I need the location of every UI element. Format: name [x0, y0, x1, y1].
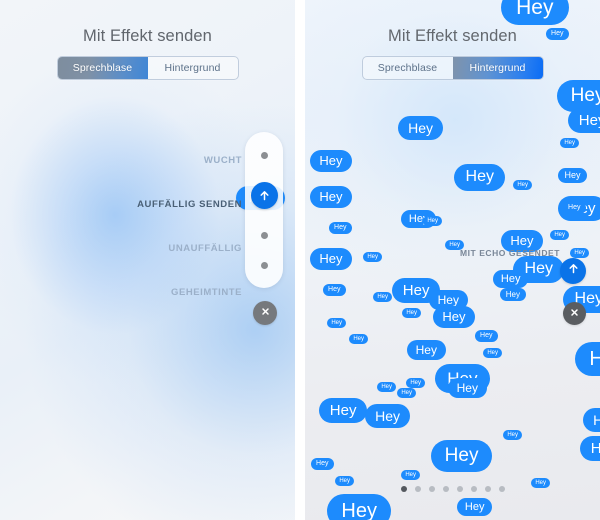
page-title: Mit Effekt senden — [83, 27, 212, 45]
segmented-control[interactable]: Sprechblase Hintergrund — [361, 56, 544, 80]
page-dot[interactable] — [470, 486, 477, 492]
effect-selector-pill[interactable] — [245, 132, 283, 288]
page-dot[interactable] — [428, 486, 435, 492]
tab-sprechblase[interactable]: Sprechblase — [57, 57, 148, 79]
page-dot[interactable] — [456, 486, 463, 492]
close-x-icon — [260, 304, 271, 322]
panel-divider — [295, 0, 305, 520]
effect-list: WUCHT AUFFÄLLIG SENDEN UNAUFFÄLLIG GEHEI… — [0, 138, 252, 314]
send-button[interactable] — [250, 181, 278, 209]
left-panel-header: Mit Effekt senden Sprechblase Hintergrun… — [0, 26, 295, 80]
close-button[interactable] — [563, 302, 586, 325]
screenshot-root: Mit Effekt senden Sprechblase Hintergrun… — [0, 0, 600, 520]
effect-label: GEHEIMTINTE — [171, 286, 242, 298]
effect-row-auffaellig-senden[interactable]: AUFFÄLLIG SENDEN — [0, 182, 252, 226]
effect-label: AUFFÄLLIG SENDEN — [137, 198, 242, 210]
right-panel-background-effects: HeyHeyHeyHeyHeyHeyHeyHeyHeyHeyHeyHeyHeyH… — [305, 0, 600, 520]
tab-hintergrund[interactable]: Hintergrund — [452, 57, 543, 79]
effect-row-geheimtinte[interactable]: GEHEIMTINTE — [0, 270, 252, 314]
arrow-up-icon — [567, 262, 580, 280]
page-dot[interactable] — [400, 486, 407, 492]
selector-dot-1[interactable] — [260, 151, 268, 159]
right-panel-header: Mit Effekt senden Sprechblase Hintergrun… — [305, 26, 600, 80]
segmented-control[interactable]: Sprechblase Hintergrund — [56, 56, 239, 80]
page-dot[interactable] — [484, 486, 491, 492]
page-indicator-dots[interactable] — [305, 486, 600, 492]
page-dot[interactable] — [414, 486, 421, 492]
effect-row-unauffaellig[interactable]: UNAUFFÄLLIG — [0, 226, 252, 270]
effect-label-echo: MIT ECHO GESENDET — [460, 248, 561, 258]
effect-label: WUCHT — [203, 154, 242, 166]
close-button[interactable] — [253, 301, 277, 325]
tab-sprechblase[interactable]: Sprechblase — [363, 57, 453, 79]
tab-hintergrund[interactable]: Hintergrund — [148, 57, 238, 79]
arrow-up-icon — [258, 189, 271, 202]
page-title: Mit Effekt senden — [388, 27, 517, 45]
send-button[interactable] — [560, 258, 586, 284]
selector-dot-3[interactable] — [260, 231, 268, 239]
left-panel-bubble-effects: Mit Effekt senden Sprechblase Hintergrun… — [0, 0, 295, 520]
effect-row-wucht[interactable]: WUCHT — [0, 138, 252, 182]
selector-dot-4[interactable] — [260, 261, 268, 269]
effect-label: UNAUFFÄLLIG — [168, 242, 242, 254]
page-dot[interactable] — [498, 486, 505, 492]
close-x-icon — [569, 305, 580, 323]
page-dot[interactable] — [442, 486, 449, 492]
